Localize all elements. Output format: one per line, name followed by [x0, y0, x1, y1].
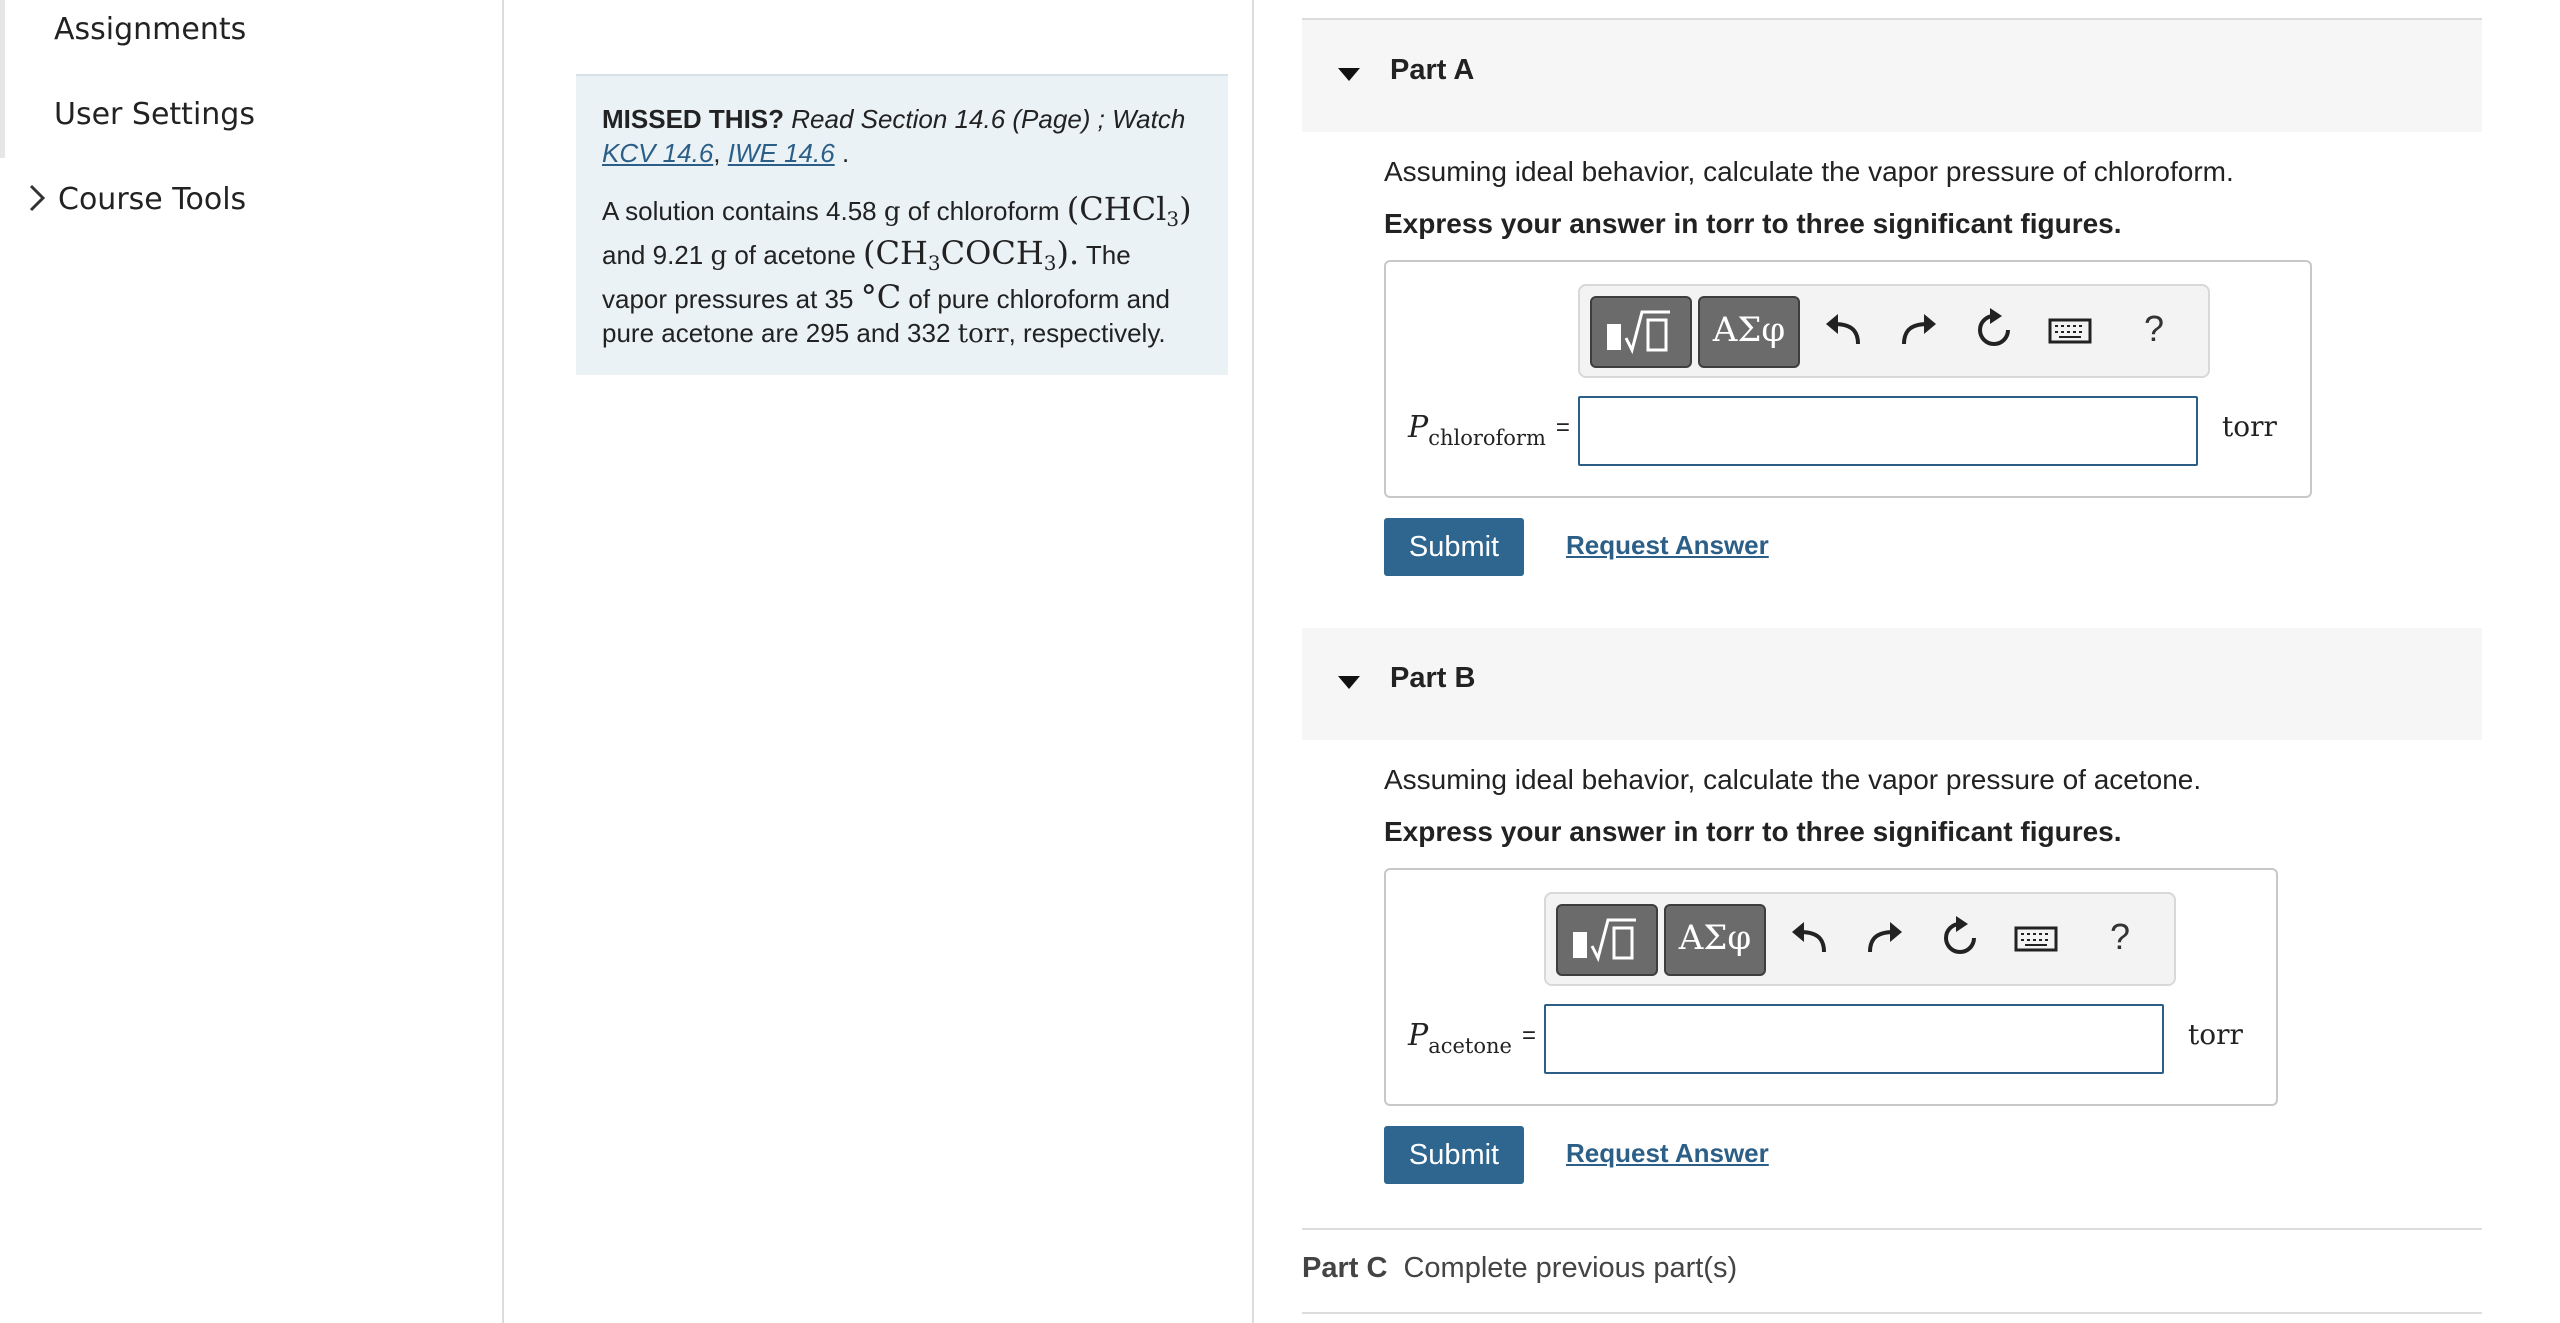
caret-down-icon[interactable]: [1338, 68, 1360, 81]
problem-intro-column: MISSED THIS? Read Section 14.6 (Page) ; …: [504, 0, 1254, 1323]
sidebar-item-assignments[interactable]: Assignments: [54, 12, 246, 47]
redo-icon[interactable]: [1892, 304, 1944, 356]
template-icon: [1573, 918, 1636, 963]
math-toolbar: ΑΣφ ?: [1544, 892, 2176, 986]
problem-text-3: and 9.21: [602, 240, 704, 270]
kcv-link[interactable]: KCV 14.6: [602, 138, 713, 168]
formula-subscript: 3: [1043, 251, 1057, 275]
iwe-link[interactable]: IWE 14.6: [728, 138, 835, 168]
formula-subscript: 3: [1166, 207, 1180, 231]
help-icon[interactable]: ?: [2110, 916, 2130, 958]
part-b-unit: torr: [2188, 1018, 2243, 1051]
part-b-submit-button[interactable]: Submit: [1384, 1126, 1524, 1184]
variable-subscript: chloroform: [1428, 426, 1546, 450]
problem-statement: A solution contains 4.58 g of chloroform…: [602, 192, 1202, 351]
part-a-request-answer-link[interactable]: Request Answer: [1566, 530, 1769, 561]
degrees-celsius: °C: [860, 278, 902, 316]
problem-text-4: of acetone: [734, 240, 856, 270]
part-b-title: Part B: [1390, 662, 1476, 694]
acetone-formula: (CH3COCH3).: [863, 234, 1080, 275]
chevron-right-icon[interactable]: [22, 180, 52, 216]
part-a-header[interactable]: Part A: [1302, 20, 2482, 132]
divider: [1302, 1312, 2482, 1314]
chloroform-formula: (CHCl3): [1066, 190, 1192, 231]
part-b-answer-input[interactable]: [1544, 1004, 2164, 1074]
formula-part: ).: [1056, 234, 1080, 272]
part-a-instruction: Express your answer in torr to three sig…: [1384, 208, 2122, 239]
unit-grams-2: g: [710, 241, 728, 271]
sidebar-item-course-tools[interactable]: Course Tools: [58, 182, 246, 217]
unit-grams-1: g: [883, 197, 901, 227]
problem-text-1: A solution contains 4.58: [602, 196, 877, 226]
keyboard-icon[interactable]: [2044, 304, 2096, 356]
problem-intro-box: MISSED THIS? Read Section 14.6 (Page) ; …: [576, 74, 1228, 375]
template-button[interactable]: [1590, 296, 1692, 368]
missed-this-label: MISSED THIS?: [602, 104, 785, 134]
part-a-submit-button[interactable]: Submit: [1384, 518, 1524, 576]
variable-symbol: P: [1408, 1018, 1429, 1053]
part-c-title: Part C: [1302, 1252, 1388, 1284]
template-button[interactable]: [1556, 904, 1658, 976]
part-c-status: Complete previous part(s): [1403, 1252, 1738, 1284]
symbols-button[interactable]: ΑΣφ: [1664, 904, 1766, 976]
formula-part: COCH: [940, 234, 1044, 272]
symbols-button[interactable]: ΑΣφ: [1698, 296, 1800, 368]
help-icon[interactable]: ?: [2144, 308, 2164, 350]
equals-sign: =: [1555, 414, 1570, 441]
template-icon: [1607, 310, 1670, 355]
sidebar-item-user-settings[interactable]: User Settings: [54, 97, 255, 132]
reset-icon[interactable]: [1968, 304, 2020, 356]
part-a-answer-input[interactable]: [1578, 396, 2198, 466]
part-a-variable-label: Pchloroform =: [1408, 410, 1570, 450]
keyboard-icon[interactable]: [2010, 912, 2062, 964]
unit-torr: torr: [957, 319, 1009, 349]
part-a-title: Part A: [1390, 54, 1475, 86]
sidebar-active-indicator: [0, 0, 5, 158]
undo-icon[interactable]: [1784, 912, 1836, 964]
part-b-request-answer-link[interactable]: Request Answer: [1566, 1138, 1769, 1169]
variable-subscript: acetone: [1428, 1034, 1512, 1058]
part-a-answer-box: ΑΣφ ? Pchloroform = torr: [1384, 260, 2312, 498]
problem-text-2: of chloroform: [907, 196, 1060, 226]
caret-down-icon[interactable]: [1338, 676, 1360, 689]
part-b-answer-box: ΑΣφ ? Pacetone = torr: [1384, 868, 2278, 1106]
part-c-row: Part C Complete previous part(s): [1302, 1252, 1737, 1285]
part-b-header[interactable]: Part B: [1302, 628, 2482, 740]
divider: [1302, 1228, 2482, 1230]
equals-sign: =: [1521, 1022, 1536, 1049]
course-sidebar: Assignments User Settings Course Tools: [0, 0, 504, 1323]
part-b-instruction: Express your answer in torr to three sig…: [1384, 816, 2122, 847]
problem-text-7: , respectively.: [1008, 318, 1166, 348]
reset-icon[interactable]: [1934, 912, 1986, 964]
undo-icon[interactable]: [1818, 304, 1870, 356]
formula-subscript: 3: [927, 251, 941, 275]
formula-part: ): [1179, 190, 1192, 228]
formula-part: (CH: [863, 234, 928, 272]
missed-this-line: MISSED THIS? Read Section 14.6 (Page) ; …: [602, 102, 1202, 170]
link-separator: ,: [713, 138, 721, 168]
part-a-unit: torr: [2222, 410, 2277, 443]
link-end-period: .: [841, 138, 850, 168]
part-a-prompt: Assuming ideal behavior, calculate the v…: [1384, 156, 2234, 187]
redo-icon[interactable]: [1858, 912, 1910, 964]
formula-part: (CHCl: [1066, 190, 1167, 228]
parts-column: Part A Assuming ideal behavior, calculat…: [1254, 0, 2560, 1323]
part-b-variable-label: Pacetone =: [1408, 1018, 1536, 1058]
variable-symbol: P: [1408, 410, 1429, 445]
part-b-prompt: Assuming ideal behavior, calculate the v…: [1384, 764, 2202, 795]
read-section-text: Read Section 14.6 (Page) ; Watch: [791, 104, 1186, 134]
math-toolbar: ΑΣφ ?: [1578, 284, 2210, 378]
